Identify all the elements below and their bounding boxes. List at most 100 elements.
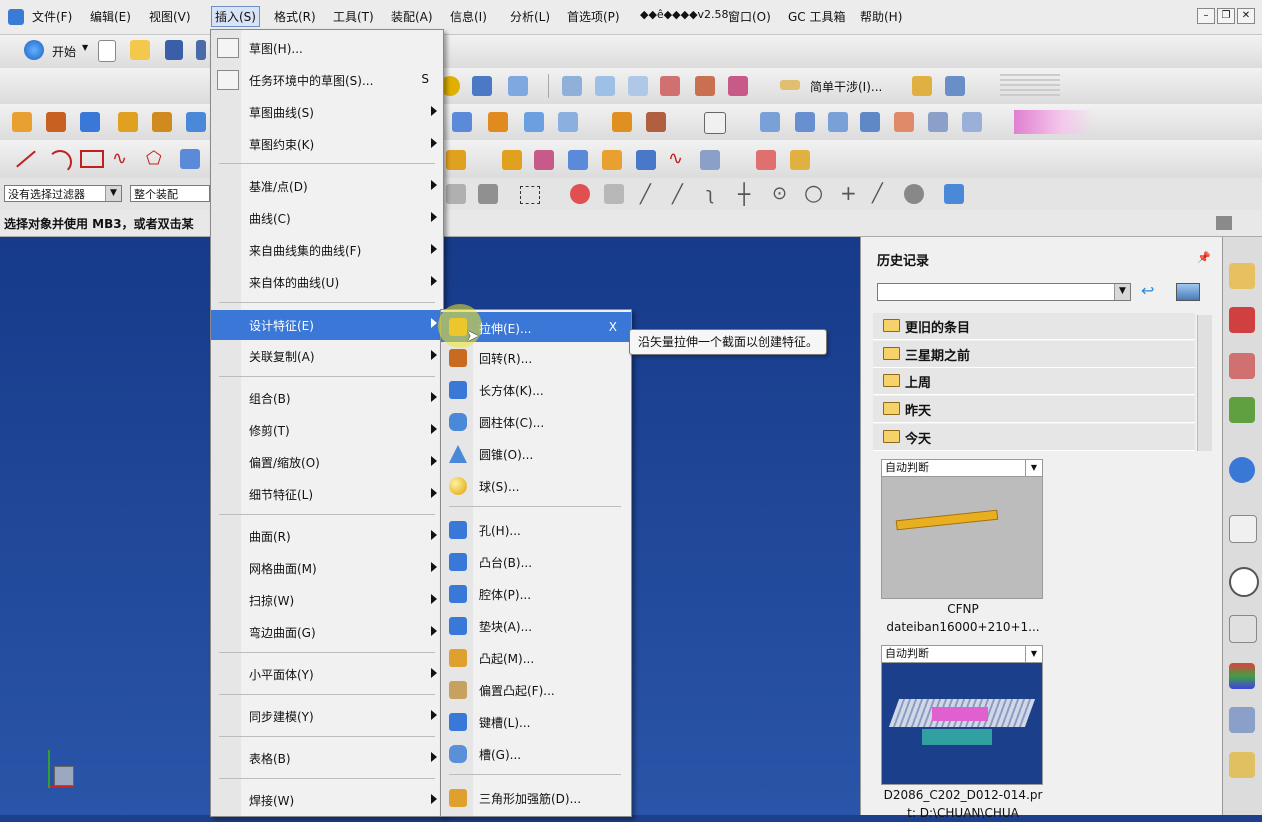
close-button[interactable]: ✕ <box>1237 8 1255 24</box>
process-studio-icon[interactable] <box>1229 707 1255 733</box>
menu-item-detail-feature[interactable]: 细节特征(L) <box>211 480 443 508</box>
menu-item-boss[interactable]: 凸台(B)... <box>441 548 631 576</box>
system-materials-icon[interactable] <box>1229 615 1257 643</box>
menu-item-sphere[interactable]: 球(S)... <box>441 472 631 500</box>
history-filter-dropdown[interactable]: ▼ <box>877 283 1131 301</box>
history-clock-icon[interactable] <box>1229 567 1259 597</box>
menu-item-sketch-curve[interactable]: 草图曲线(S) <box>211 98 443 126</box>
save-icon[interactable] <box>165 40 183 60</box>
chevron-down-icon[interactable]: ▼ <box>1025 460 1042 476</box>
pin-icon[interactable]: 📌 <box>1197 251 1211 264</box>
menu-item-cone[interactable]: 圆锥(O)... <box>441 440 631 468</box>
menu-item-emboss[interactable]: 凸起(M)... <box>441 644 631 672</box>
split-toolbar-icon[interactable] <box>646 112 666 132</box>
palette-icon[interactable] <box>1229 663 1255 689</box>
spline-icon[interactable]: ∿ <box>112 148 127 169</box>
shell-toolbar-icon[interactable] <box>186 112 206 132</box>
new-file-icon[interactable] <box>98 40 116 62</box>
rectangle-select-icon[interactable] <box>520 186 540 204</box>
menu-information[interactable]: 信息(I) <box>450 8 487 25</box>
menu-item-slot[interactable]: 键槽(L)... <box>441 708 631 736</box>
history-item[interactable]: 自动判断 ▼ <box>881 645 1043 785</box>
explode-icon[interactable] <box>660 76 680 96</box>
menu-preferences[interactable]: 首选项(P) <box>567 8 620 25</box>
history-group[interactable]: 今天 <box>873 424 1195 451</box>
revolve-toolbar-icon[interactable] <box>46 112 66 132</box>
start-button-label[interactable]: 开始 <box>52 43 76 60</box>
history-group[interactable]: 昨天 <box>873 396 1195 423</box>
extract-curve-icon[interactable] <box>700 150 720 170</box>
bridge-curve-icon[interactable] <box>534 150 554 170</box>
menu-item-offset-emboss[interactable]: 偏置凸起(F)... <box>441 676 631 704</box>
rectangle-icon[interactable] <box>80 150 104 168</box>
menu-help[interactable]: 帮助(H) <box>860 8 902 25</box>
open-folder-icon[interactable] <box>130 40 150 60</box>
menu-item-revolve[interactable]: 回转(R)... <box>441 344 631 372</box>
menu-item-sketch-in-task[interactable]: 任务环境中的草图(S)... S <box>211 66 443 94</box>
thicken-toolbar-icon[interactable] <box>558 112 578 132</box>
assembly-navigator-icon[interactable] <box>1229 263 1255 289</box>
menu-plugin[interactable]: ◆◆ê◆◆◆◆v2.58 <box>640 8 729 21</box>
chevron-down-icon[interactable]: ▼ <box>1114 284 1130 300</box>
history-scrollbar[interactable] <box>1197 315 1212 451</box>
menu-item-combine[interactable]: 组合(B) <box>211 384 443 412</box>
trim-toolbar-icon[interactable] <box>612 112 632 132</box>
surface-toolbar-icon[interactable] <box>760 112 780 132</box>
face-toolbar-icon[interactable] <box>452 112 472 132</box>
project-curve-icon[interactable] <box>446 150 466 170</box>
undo-icon[interactable] <box>196 40 206 60</box>
menu-file[interactable]: 文件(F) <box>32 8 72 25</box>
menu-item-pocket[interactable]: 腔体(P)... <box>441 580 631 608</box>
menu-item-associative-copy[interactable]: 关联复制(A) <box>211 342 443 370</box>
menu-insert[interactable]: 插入(S) <box>211 6 260 27</box>
section-curve-icon[interactable] <box>602 150 622 170</box>
line-icon[interactable] <box>16 150 36 168</box>
history-item-mode[interactable]: 自动判断 ▼ <box>882 646 1042 663</box>
menu-item-trim[interactable]: 修剪(T) <box>211 416 443 444</box>
existing-point-icon[interactable]: + <box>840 181 857 205</box>
sequence-icon[interactable] <box>695 76 715 96</box>
start-icon[interactable] <box>24 40 44 60</box>
menu-item-sketch-constraint[interactable]: 草图约束(K) <box>211 130 443 158</box>
menu-tools[interactable]: 工具(T) <box>333 8 374 25</box>
assembly-move-icon[interactable] <box>508 76 528 96</box>
block-toolbar-icon[interactable] <box>80 112 100 132</box>
history-item[interactable]: 自动判断 ▼ <box>881 459 1043 599</box>
chevron-down-icon[interactable]: ▼ <box>105 186 121 201</box>
history-item-mode[interactable]: 自动判断 ▼ <box>882 460 1042 477</box>
mate-icon[interactable] <box>628 76 648 96</box>
menu-item-dart[interactable]: 三角形加强筋(D)... <box>441 784 631 812</box>
menu-item-block[interactable]: 长方体(K)... <box>441 376 631 404</box>
body-select-icon[interactable] <box>944 184 964 204</box>
menu-view[interactable]: 视图(V) <box>149 8 191 25</box>
menu-item-sketch[interactable]: 草图(H)... <box>211 34 443 62</box>
menu-item-curve-from-curves[interactable]: 来自曲线集的曲线(F) <box>211 236 443 264</box>
menu-format[interactable]: 格式(R) <box>274 8 316 25</box>
arc-center-icon[interactable]: ⊙ <box>772 183 787 204</box>
mesh-toolbar-icon[interactable] <box>795 112 815 132</box>
assembly-scope-dropdown[interactable]: 整个装配 <box>130 185 210 202</box>
measure-icon[interactable] <box>912 76 932 96</box>
point-on-curve-icon[interactable]: ╱ <box>872 183 883 204</box>
constraint-icon[interactable] <box>595 76 615 96</box>
simple-interference-label[interactable]: 简单干涉(I)... <box>810 78 882 95</box>
menu-item-groove[interactable]: 槽(G)... <box>441 740 631 768</box>
menu-item-weld[interactable]: 焊接(W) <box>211 786 443 814</box>
history-group[interactable]: 更旧的条目 <box>873 313 1195 340</box>
menu-item-table[interactable]: 表格(B) <box>211 744 443 772</box>
menu-edit[interactable]: 编辑(E) <box>90 8 131 25</box>
offset-toolbar-icon[interactable] <box>488 112 508 132</box>
interference-icon[interactable] <box>780 80 800 90</box>
menu-item-datum-point[interactable]: 基准/点(D) <box>211 172 443 200</box>
quadrant-point-icon[interactable]: ○ <box>804 181 823 206</box>
point-on-face-icon[interactable] <box>904 184 924 204</box>
view-thumbnail-icon[interactable] <box>1176 283 1200 301</box>
draft-toolbar-icon[interactable] <box>524 112 544 132</box>
history-group[interactable]: 上周 <box>873 368 1195 395</box>
web-browser-icon[interactable] <box>1229 457 1255 483</box>
extrude-toolbar-icon[interactable] <box>12 112 32 132</box>
helix-icon[interactable] <box>180 149 200 169</box>
pattern-toolbar-icon[interactable] <box>118 112 138 132</box>
assembly-add-icon[interactable] <box>472 76 492 96</box>
unite-toolbar-icon[interactable] <box>152 112 172 132</box>
